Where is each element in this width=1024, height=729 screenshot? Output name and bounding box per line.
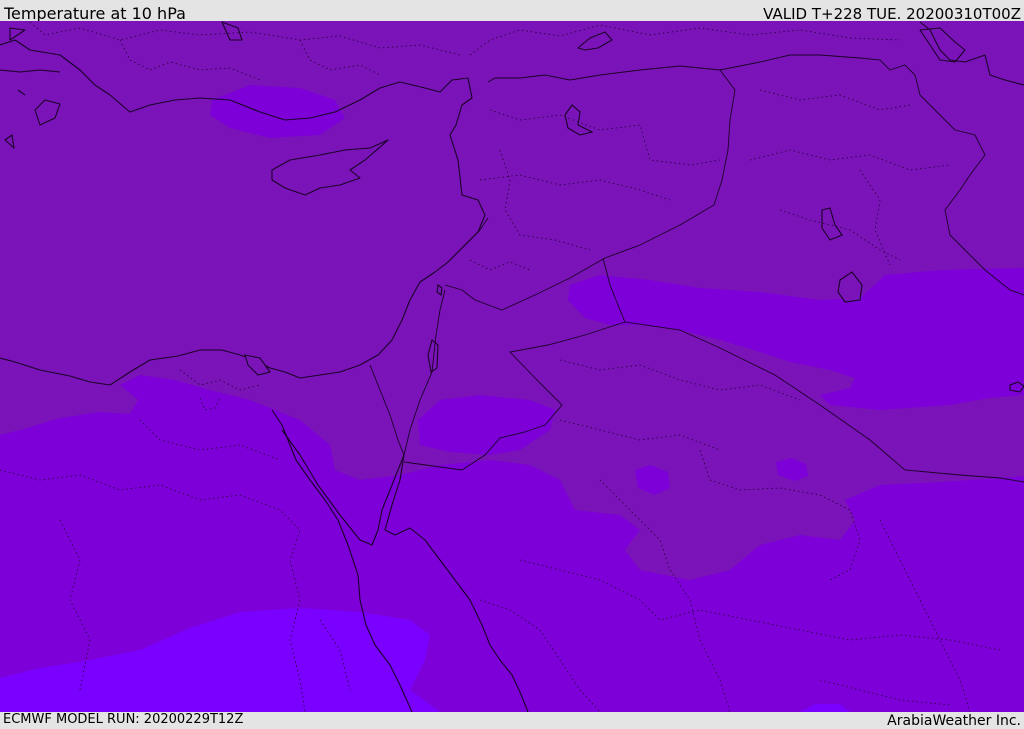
- header-bar: Temperature at 10 hPa VALID T+228 TUE. 2…: [0, 0, 1024, 23]
- forecast-map[interactable]: [0, 21, 1024, 712]
- map-viewer: Temperature at 10 hPa VALID T+228 TUE. 2…: [0, 0, 1024, 729]
- credit-label: ArabiaWeather Inc.: [887, 713, 1021, 729]
- map-canvas[interactable]: [0, 21, 1024, 712]
- model-run-label: ECMWF MODEL RUN: 20200229T12Z: [3, 712, 244, 727]
- footer-bar: ECMWF MODEL RUN: 20200229T12Z ArabiaWeat…: [0, 712, 1024, 729]
